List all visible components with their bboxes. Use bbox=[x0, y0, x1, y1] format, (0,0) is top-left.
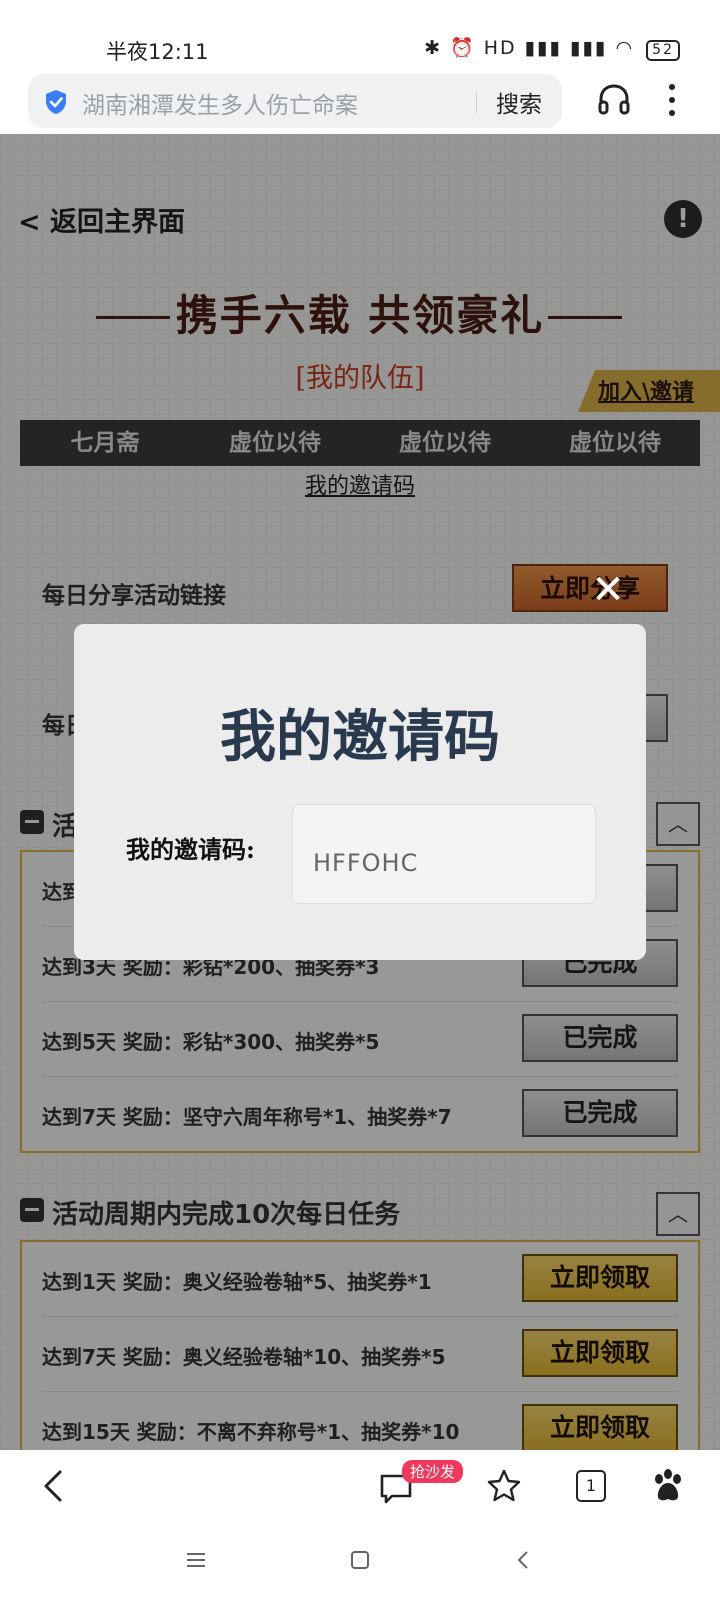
search-button[interactable]: 搜索 bbox=[496, 85, 542, 119]
more-menu-icon[interactable] bbox=[666, 82, 678, 118]
status-icons: ✱ ⏰ HD ▮▮▮ ▮▮▮ ◠ 52 bbox=[424, 36, 680, 61]
status-bar: 半夜12:11 ✱ ⏰ HD ▮▮▮ ▮▮▮ ◠ 52 bbox=[0, 0, 720, 70]
baidu-paw-icon[interactable] bbox=[650, 1468, 686, 1504]
search-query-text[interactable]: 湖南湘潭发生多人伤亡命案 bbox=[82, 86, 358, 120]
shield-check-icon bbox=[46, 90, 66, 114]
home-icon[interactable] bbox=[350, 1550, 370, 1570]
status-indicator-icons: ✱ ⏰ HD ▮▮▮ ▮▮▮ ◠ bbox=[424, 37, 635, 59]
system-back-icon[interactable] bbox=[516, 1550, 530, 1570]
recent-apps-icon[interactable] bbox=[186, 1552, 206, 1568]
search-divider bbox=[476, 91, 477, 113]
invite-code-label: 我的邀请码: bbox=[126, 835, 255, 864]
invite-code-field[interactable]: HFFOHC bbox=[292, 804, 596, 904]
address-search-box[interactable]: 湖南湘潭发生多人伤亡命案 搜索 bbox=[28, 74, 562, 128]
invite-code-modal: 我的邀请码 我的邀请码: HFFOHC bbox=[74, 624, 646, 960]
battery-icon: 52 bbox=[646, 40, 680, 61]
browser-toolbar: 湖南湘潭发生多人伤亡命案 搜索 bbox=[0, 70, 720, 134]
browser-bottom-nav: 抢沙发 1 bbox=[0, 1450, 720, 1523]
sofa-badge: 抢沙发 bbox=[402, 1460, 464, 1483]
modal-title: 我的邀请码 bbox=[220, 704, 500, 770]
status-time: 半夜12:11 bbox=[106, 40, 209, 64]
back-arrow-icon[interactable] bbox=[36, 1468, 72, 1504]
star-icon[interactable] bbox=[486, 1468, 522, 1504]
invite-code-value[interactable]: HFFOHC bbox=[313, 849, 418, 877]
close-icon[interactable]: ✕ bbox=[588, 570, 628, 610]
tab-count-icon[interactable]: 1 bbox=[576, 1470, 606, 1502]
headphone-icon[interactable] bbox=[596, 82, 632, 118]
system-navigation-bar bbox=[0, 1522, 720, 1600]
